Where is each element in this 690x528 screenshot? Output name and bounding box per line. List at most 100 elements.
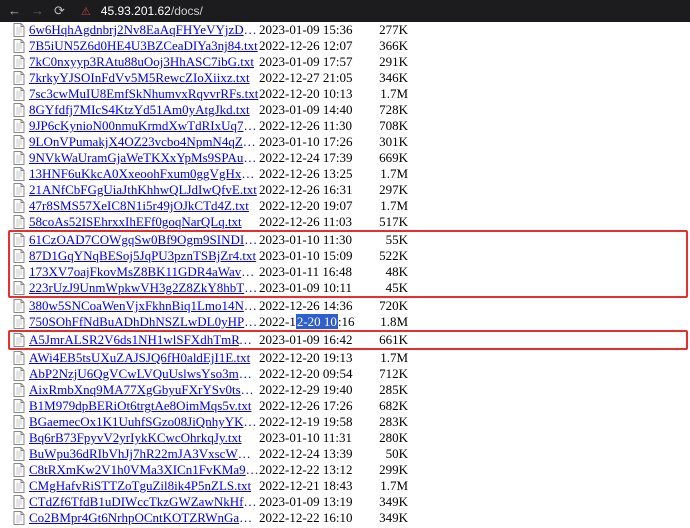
file-icon [12, 87, 26, 101]
file-icon [12, 39, 26, 53]
file-size: 349K [374, 510, 408, 526]
file-size: 720K [374, 298, 408, 314]
file-size: 1.8M [374, 314, 408, 330]
file-link[interactable]: BuWpu36dRIbVhJj7hR22mJA3VxscWO.txt [29, 446, 259, 462]
file-date: 2023-01-09 17:57 [259, 54, 374, 70]
file-link[interactable]: 58coAs52ISEhrxxIhEFf0goqNarQLq.txt [29, 214, 259, 230]
table-row: 6w6HqhAgdnbrj2Nv8EaAqFHYeVYjzD.txt2023-0… [12, 22, 688, 38]
table-row: 8GYfdfj7MIcS4KtzYd51Am0yAtgJkd.txt2023-0… [12, 102, 688, 118]
file-icon [12, 249, 26, 263]
file-size: 522K [374, 248, 408, 264]
file-icon [12, 383, 26, 397]
highlighted-group-1: 61CzOAD7COWgqSw0Bf9Ogm9SINDIK2.txt2023-0… [8, 230, 688, 298]
file-date: 2022-12-26 12:07 [259, 38, 374, 54]
file-size: 669K [374, 150, 408, 166]
reload-icon[interactable]: ⟳ [54, 3, 65, 19]
back-icon[interactable]: ← [8, 3, 21, 19]
file-date: 2022-12-26 14:36 [259, 298, 374, 314]
file-link[interactable]: 380w5SNCoaWenVjxFkhnBiq1Lmo14N.txt [29, 298, 259, 314]
file-link[interactable]: 7kC0nxyyp3RAtu88uOoj3HhASC7ibG.txt [29, 54, 259, 70]
forward-icon[interactable]: → [31, 3, 44, 19]
table-row: 7kC0nxyyp3RAtu88uOoj3HhASC7ibG.txt2023-0… [12, 54, 688, 70]
file-link[interactable]: B1M979dpBERiOt6trgtAe8OimMqs5v.txt [29, 398, 259, 414]
file-size: 517K [374, 214, 408, 230]
file-icon [12, 463, 26, 477]
file-icon [12, 495, 26, 509]
file-link[interactable]: 61CzOAD7COWgqSw0Bf9Ogm9SINDIK2.txt [29, 232, 259, 248]
table-row: Bq6rB73FpyvV2yrIykKCwcOhrkqJy.txt2023-01… [12, 430, 688, 446]
file-icon [12, 333, 26, 347]
file-link[interactable]: CMgHafvRiSTTZoTguZil8ik4P5nZLS.txt [29, 478, 259, 494]
table-row: Co2BMpr4Gt6NrhpOCntKOTZRWnGaOE.txt2022-1… [12, 510, 688, 526]
file-size: 291K [374, 54, 408, 70]
file-link[interactable]: 21ANfCbFGgUiaJthKhhwQLJdIwQfvE.txt [29, 182, 259, 198]
file-size: 712K [374, 366, 408, 382]
file-date: 2022-12-26 13:25 [259, 166, 374, 182]
file-link[interactable]: 8GYfdfj7MIcS4KtzYd51Am0yAtgJkd.txt [29, 102, 259, 118]
file-icon [12, 299, 26, 313]
table-row: 61CzOAD7COWgqSw0Bf9Ogm9SINDIK2.txt2023-0… [12, 232, 686, 248]
file-link[interactable]: 13HNF6uKkcA0XxeoohFxum0ggVgHxW.txt [29, 166, 259, 182]
file-date: 2022-12-26 11:30 [259, 118, 374, 134]
file-icon [12, 479, 26, 493]
file-link[interactable]: 9NVkWaUramGjaWeTKXxYpMs9SPAuOd.txt [29, 150, 259, 166]
file-size: 50K [374, 446, 408, 462]
text-selection: 2-20 10 [296, 314, 338, 329]
file-link[interactable]: BGaemecOx1K1UuhfSGzo08JiQnhyYK.txt [29, 414, 259, 430]
table-row: 223rUzJ9UnmWpkwVH3g2Z8ZkY8hbTv.txt2023-0… [12, 280, 686, 296]
table-row: C8tRXmKw2V1h0VMa3XICn1FvKMa9qrh9.txt2022… [12, 462, 688, 478]
file-link[interactable]: 750SOhFfNdBuADhDhNSZLwDL0yHP8R.txt [29, 314, 259, 330]
file-size: 1.7M [374, 350, 408, 366]
file-date: 2022-12-20 10:13 [259, 86, 374, 102]
file-size: 45K [374, 280, 408, 296]
file-icon [12, 447, 26, 461]
file-link[interactable]: 47r8SMS57XeIC8N1i5r49jOJkCTd4Z.txt [29, 198, 259, 214]
file-date: 2023-01-10 15:09 [259, 248, 374, 264]
file-date: 2022-12-29 19:40 [259, 382, 374, 398]
file-link[interactable]: C8tRXmKw2V1h0VMa3XICn1FvKMa9qrh9.txt [29, 462, 259, 478]
file-link[interactable]: 7sc3cwMuIU8EmfSkNhumvxRqvvrRFs.txt [29, 86, 259, 102]
file-icon [12, 71, 26, 85]
file-date: 2022-12-19 19:58 [259, 414, 374, 430]
table-row: BGaemecOx1K1UuhfSGzo08JiQnhyYK.txt2022-1… [12, 414, 688, 430]
browser-toolbar: ← → ⟳ ⚠ 45.93.201.62/docs/ [0, 0, 690, 22]
file-link[interactable]: Co2BMpr4Gt6NrhpOCntKOTZRWnGaOE.txt [29, 510, 259, 526]
file-size: 708K [374, 118, 408, 134]
file-date: 2023-01-09 14:40 [259, 102, 374, 118]
file-size: 283K [374, 414, 408, 430]
file-size: 277K [374, 22, 408, 38]
file-link[interactable]: A5JmrALSR2V6ds1NH1wlSFXdhTmRVn.txt [29, 332, 259, 348]
file-link[interactable]: 9LOnVPumakjX4OZ23vcbo4NpmN4qZR.txt [29, 134, 259, 150]
file-date: 2023-01-10 11:31 [259, 430, 374, 446]
file-link[interactable]: 223rUzJ9UnmWpkwVH3g2Z8ZkY8hbTv.txt [29, 280, 259, 296]
file-link[interactable]: AixRmbXnq9MA77XgGbyuFXrYSv0tsG.txt [29, 382, 259, 398]
file-date: 2022-12-26 17:26 [259, 398, 374, 414]
file-link[interactable]: 87D1GqYNqBESoj5JqPU3pznTSBjZr4.txt [29, 248, 259, 264]
file-icon [12, 511, 26, 525]
file-link[interactable]: AWi4EB5tsUXuZAJSJQ6fH0aldEjI1E.txt [29, 350, 259, 366]
file-link[interactable]: 6w6HqhAgdnbrj2Nv8EaAqFHYeVYjzD.txt [29, 22, 259, 38]
file-date: 2022-12-20 09:54 [259, 366, 374, 382]
table-row: 7sc3cwMuIU8EmfSkNhumvxRqvvrRFs.txt2022-1… [12, 86, 688, 102]
file-link[interactable]: Bq6rB73FpyvV2yrIykKCwcOhrkqJy.txt [29, 430, 259, 446]
table-row: 21ANfCbFGgUiaJthKhhwQLJdIwQfvE.txt2022-1… [12, 182, 688, 198]
file-icon [12, 23, 26, 37]
file-link[interactable]: 173XV7oajFkovMsZ8BK11GDR4aWavb.txt [29, 264, 259, 280]
file-icon [12, 265, 26, 279]
file-date: 2023-01-09 16:42 [259, 332, 374, 348]
file-size: 55K [374, 232, 408, 248]
file-link[interactable]: 7B5iUN5Z6d0HE4U3BZCeaDIYa3nj84.txt [29, 38, 259, 54]
url-host: 45.93.201.62 [101, 4, 171, 18]
file-date: 2022-12-20 19:07 [259, 198, 374, 214]
file-date: 2022-12-20 10:16 [259, 314, 374, 330]
file-link[interactable]: AbP2NzjU6QgVCwLVQuUslwsYso3mm.txt [29, 366, 259, 382]
table-row: 87D1GqYNqBESoj5JqPU3pznTSBjZr4.txt2023-0… [12, 248, 686, 264]
address-bar[interactable]: 45.93.201.62/docs/ [101, 4, 203, 18]
table-row: 9JP6cKynioN00nmuKrmdXwTdRIxUq7.txt2022-1… [12, 118, 688, 134]
table-row: 13HNF6uKkcA0XxeoohFxum0ggVgHxW.txt2022-1… [12, 166, 688, 182]
file-size: 346K [374, 70, 408, 86]
table-row: 47r8SMS57XeIC8N1i5r49jOJkCTd4Z.txt2022-1… [12, 198, 688, 214]
file-link[interactable]: 7krkyYJSOInFdVv5M5RewcZIoXiixz.txt [29, 70, 259, 86]
file-link[interactable]: 9JP6cKynioN00nmuKrmdXwTdRIxUq7.txt [29, 118, 259, 134]
file-size: 1.7M [374, 86, 408, 102]
